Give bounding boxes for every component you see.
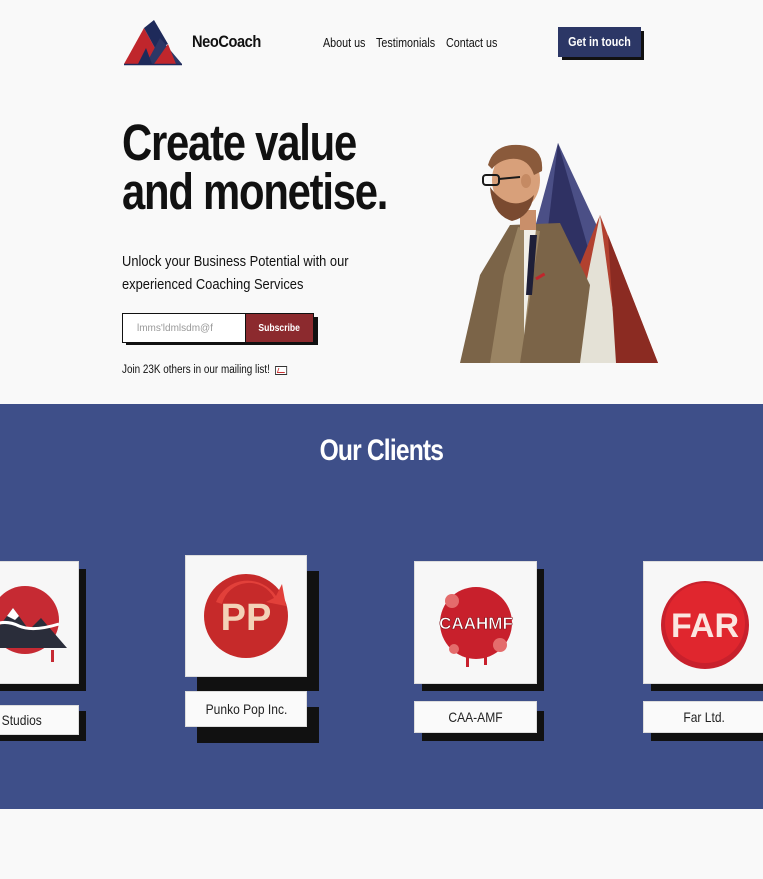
join-text: Join 23K others in our mailing list! <box>122 364 270 376</box>
get-in-touch-button[interactable]: Get in touch <box>558 27 641 57</box>
svg-text:PP: PP <box>221 597 272 639</box>
envelope-icon <box>275 365 288 375</box>
hero-subtitle: Unlock your Business Potential with our … <box>122 253 349 293</box>
nav-contact-us[interactable]: Contact us <box>446 36 497 50</box>
hero-headline: Create value and monetise. <box>122 114 388 220</box>
brand-name: NeoCoach <box>192 32 261 51</box>
businessman-illustration <box>460 143 658 363</box>
subscribe-button[interactable]: Subscribe <box>245 313 314 343</box>
client-logo-far-ltd: FAR <box>643 561 763 684</box>
get-in-touch-label: Get in touch <box>568 35 631 49</box>
client-name-punko-pop[interactable]: Punko Pop Inc. <box>185 691 307 727</box>
pp-logo-icon: PP <box>204 574 288 658</box>
clients-title-text: Our Clients <box>319 434 444 467</box>
clients-section: Our Clients ji Studios PP Punko Pop <box>0 404 763 809</box>
email-input[interactable] <box>122 313 246 343</box>
headline-line-1: Create value <box>122 114 357 171</box>
clients-title: Our Clients <box>0 434 763 468</box>
client-logo-ji-studios <box>0 561 79 684</box>
nav-about-us[interactable]: About us <box>323 36 365 50</box>
client-logo-punko-pop: PP <box>185 555 307 677</box>
caa-amf-logo-icon: CAAHMF <box>438 586 513 667</box>
far-logo-icon: FAR <box>660 580 749 669</box>
client-logo-caa-amf: CAAHMF <box>414 561 537 684</box>
mountain-sun-logo-icon <box>0 585 67 662</box>
svg-text:CAAHMF: CAAHMF <box>439 614 513 633</box>
nav-testimonials[interactable]: Testimonials <box>376 36 435 50</box>
neocoach-logo[interactable] <box>124 20 182 66</box>
svg-text:FAR: FAR <box>671 607 739 645</box>
mailing-list-note: Join 23K others in our mailing list! <box>122 364 288 376</box>
client-name-ji-studios[interactable]: ji Studios <box>0 705 79 735</box>
client-name-far-ltd[interactable]: Far Ltd. <box>643 701 763 733</box>
headline-line-2: and monetise. <box>122 163 388 220</box>
subscribe-label: Subscribe <box>258 322 301 334</box>
client-name-caa-amf[interactable]: CAA-AMF <box>414 701 537 733</box>
